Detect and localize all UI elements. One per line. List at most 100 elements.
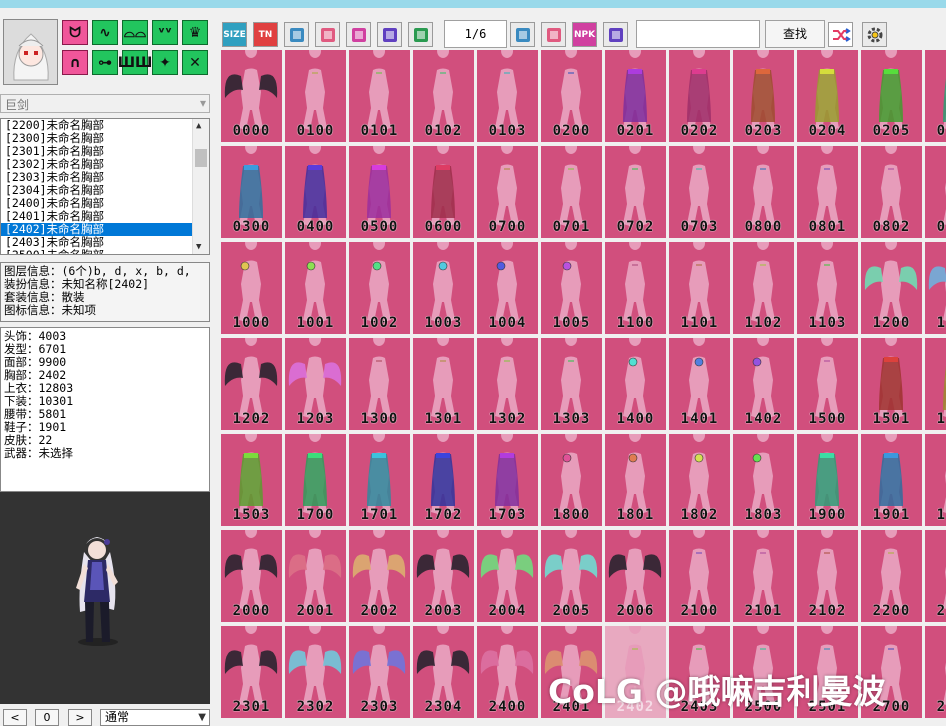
grid-item[interactable]: 2000 [221,530,282,622]
grid-item[interactable]: 1500 [797,338,858,430]
grid-item[interactable]: 0701 [541,146,602,238]
grid-item[interactable]: 0205 [861,50,922,142]
shuffle-icon[interactable] [828,22,853,47]
grid-item[interactable]: 2101 [733,530,794,622]
grid-item[interactable]: 1201 [925,242,946,334]
boots-icon[interactable]: ШШ [118,50,152,75]
npk-icon[interactable]: NPK [572,22,597,47]
grid-item[interactable]: 0500 [349,146,410,238]
refresh-icon[interactable] [377,22,402,47]
list-item[interactable]: [2300]未命名胸部 [1,132,193,145]
grid-item[interactable]: 1001 [285,242,346,334]
cat-ears-icon[interactable]: ᗢ [62,20,88,45]
list-item[interactable]: [2304]未命名胸部 [1,184,193,197]
list-item[interactable]: [2400]未命名胸部 [1,197,193,210]
grid-item[interactable]: 0102 [413,50,474,142]
grid-item[interactable]: 2004 [477,530,538,622]
scrollbar-thumb[interactable] [195,149,207,167]
belt-icon[interactable]: ⊶ [92,50,118,75]
grid-item[interactable]: 1003 [413,242,474,334]
figure-icon[interactable]: ✦ [152,50,178,75]
size-icon[interactable]: SIZE [222,22,247,47]
grid-item[interactable]: 1701 [349,434,410,526]
cross-icon[interactable]: ✕ [182,50,208,75]
list-item[interactable]: [2303]未命名胸部 [1,171,193,184]
grid-item[interactable]: 0801 [797,146,858,238]
grid-item[interactable]: 0300 [221,146,282,238]
grid-item[interactable]: 1200 [861,242,922,334]
shirt-icon[interactable] [346,22,371,47]
grid-item[interactable]: 1900 [797,434,858,526]
grid-item[interactable]: 0600 [413,146,474,238]
grid-item[interactable]: 1801 [605,434,666,526]
grid-item[interactable]: 0201 [605,50,666,142]
grid-item[interactable]: 0206 [925,50,946,142]
grid-item[interactable]: 2201 [925,530,946,622]
grid-item[interactable]: 1402 [733,338,794,430]
list-item[interactable]: [2403]未命名胸部 [1,236,193,249]
grid-item[interactable]: 1102 [733,242,794,334]
import-icon[interactable] [510,22,535,47]
glasses-icon[interactable]: ⌓⌓ [122,20,148,45]
grid-item[interactable]: 1103 [797,242,858,334]
grid-item[interactable]: 2304 [413,626,474,718]
grid-item[interactable]: 1700 [285,434,346,526]
list-item[interactable]: [2301]未命名胸部 [1,145,193,158]
grid-item[interactable]: 2001 [285,530,346,622]
grid-item[interactable]: 2302 [285,626,346,718]
scroll-up-icon[interactable]: ▲ [196,121,201,131]
grid-item[interactable]: 2200 [861,530,922,622]
grid-item[interactable]: 1703 [477,434,538,526]
category-select[interactable]: 巨剑 ▾ [0,94,210,113]
list-item[interactable]: [2200]未命名胸部 [1,119,193,132]
grid-item[interactable]: 1802 [669,434,730,526]
book-icon[interactable] [284,22,309,47]
grid-item[interactable]: 1100 [605,242,666,334]
search-input[interactable] [636,20,760,48]
list-item[interactable]: [2500]未命名胸部 [1,249,193,254]
grid-item[interactable]: 2301 [221,626,282,718]
arch-icon[interactable]: ∩ [62,50,88,75]
grid-item[interactable]: 1501 [861,338,922,430]
tail-icon[interactable]: ∿ [92,20,118,45]
grid-item[interactable]: 2002 [349,530,410,622]
list-scrollbar[interactable]: ▲ ▼ [192,119,209,254]
list-item[interactable]: [2302]未命名胸部 [1,158,193,171]
tn-icon[interactable]: TN [253,22,278,47]
grid-item[interactable]: 0000 [221,50,282,142]
grid-item[interactable]: 2003 [413,530,474,622]
gear-icon[interactable] [862,22,887,47]
grid-item[interactable]: 0702 [605,146,666,238]
grid-item[interactable]: 2102 [797,530,858,622]
export-icon[interactable] [408,22,433,47]
search-button[interactable]: 查找 [765,20,825,48]
grid-item[interactable]: 0400 [285,146,346,238]
grid-item[interactable]: 1203 [285,338,346,430]
grid-item[interactable]: 0100 [285,50,346,142]
scroll-down-icon[interactable]: ▼ [196,242,201,252]
grid-item[interactable]: 0200 [541,50,602,142]
wings-icon[interactable]: ᵛᵛ [152,20,178,45]
grid-item[interactable]: 1800 [541,434,602,526]
grid-item[interactable]: 1901 [861,434,922,526]
grid-item[interactable]: 1301 [413,338,474,430]
character-portrait[interactable] [3,19,58,85]
grid-item[interactable]: 1702 [413,434,474,526]
frame-icon[interactable] [315,22,340,47]
grid-item[interactable]: 1002 [349,242,410,334]
grid-item[interactable]: 0203 [733,50,794,142]
grid-item[interactable]: 1004 [477,242,538,334]
grid-item[interactable]: 1300 [349,338,410,430]
grid-item[interactable]: 1005 [541,242,602,334]
grid-item[interactable]: 1502 [925,338,946,430]
list-item[interactable]: [2402]未命名胸部 [1,223,193,236]
grid-item[interactable]: 1101 [669,242,730,334]
grid-item[interactable]: 1803 [733,434,794,526]
list-item[interactable]: [2401]未命名胸部 [1,210,193,223]
grid-item[interactable]: 1202 [221,338,282,430]
grid-item[interactable]: 0101 [349,50,410,142]
grid-item[interactable]: 2006 [605,530,666,622]
grid-item[interactable]: 0803 [925,146,946,238]
globe-icon[interactable] [603,22,628,47]
grid-item[interactable]: 1000 [221,242,282,334]
